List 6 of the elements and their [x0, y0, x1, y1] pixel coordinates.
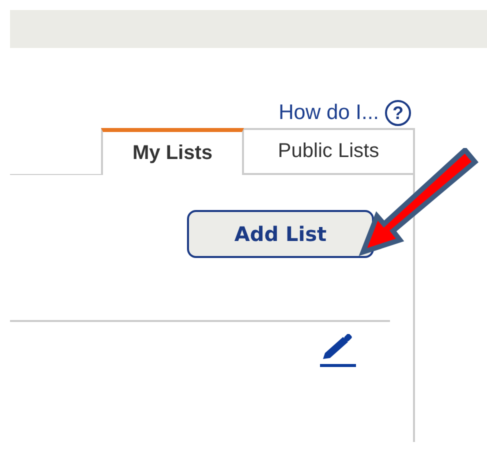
pencil-icon[interactable] — [320, 334, 356, 368]
help-link[interactable]: How do I... — [278, 101, 379, 125]
help-icon[interactable]: ? — [385, 100, 411, 126]
add-list-button[interactable]: Add List — [187, 210, 374, 258]
tab[interactable]: Public Lists — [244, 128, 415, 175]
tab[interactable]: My Lists — [101, 128, 244, 175]
